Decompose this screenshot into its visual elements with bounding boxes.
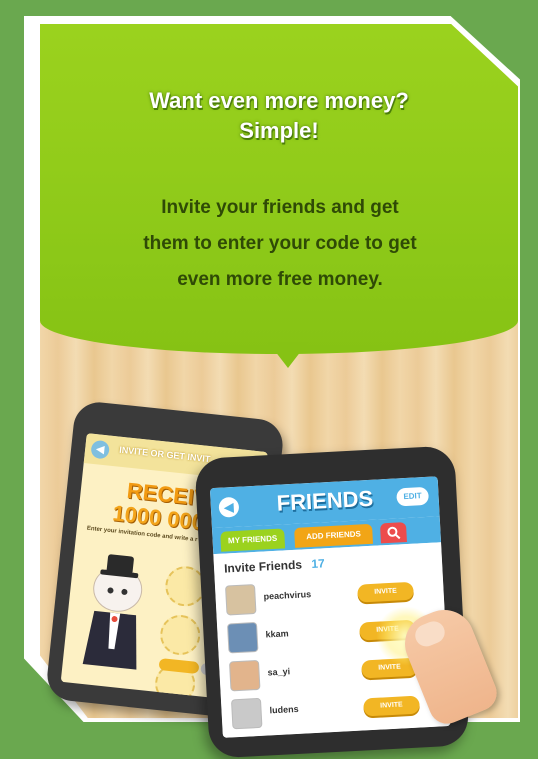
avatar [224, 584, 257, 616]
list-title-text: Invite Friends [223, 557, 303, 576]
friend-count: 17 [310, 556, 326, 572]
avatar [230, 697, 263, 730]
search-icon[interactable] [379, 522, 407, 544]
friend-name: sa_yi [267, 666, 291, 678]
body-line-3: even more free money. [177, 269, 383, 290]
tab-add-friends[interactable]: ADD FRIENDS [294, 523, 374, 548]
friends-title: FRIENDS [276, 485, 374, 516]
invite-button[interactable]: INVITE [357, 581, 414, 603]
headline-line-2: Simple! [239, 118, 319, 143]
body-line-1: Invite your friends and get [161, 197, 399, 218]
invite-button[interactable]: INVITE [363, 695, 420, 717]
left-phone-title: INVITE OR GET INVIT [118, 444, 211, 465]
back-arrow-icon[interactable]: ◀ [90, 439, 111, 460]
tab-my-friends[interactable]: MY FRIENDS [220, 528, 286, 552]
code-slot[interactable] [158, 613, 203, 657]
list-item: ludens INVITE [227, 686, 444, 731]
list-title: Invite Friends 17 [224, 556, 325, 575]
avatar [228, 659, 261, 692]
page: Want even more money? Simple! Invite you… [0, 0, 538, 759]
right-phone: ◀ FRIENDS EDIT MY FRIENDS ADD FRIENDS In… [194, 445, 470, 759]
speech-notch [268, 342, 308, 368]
friend-name: kkam [265, 628, 289, 640]
headline-line-1: Want even more money? [149, 88, 409, 113]
green-banner: Want even more money? Simple! Invite you… [40, 24, 518, 354]
fingernail [411, 618, 448, 650]
avatar [226, 621, 259, 654]
character-illustration [82, 554, 143, 670]
body-text: Invite your friends and get them to ente… [80, 190, 480, 298]
edit-button[interactable]: EDIT [396, 486, 430, 507]
friend-name: peachvirus [263, 589, 312, 602]
body-line-2: them to enter your code to get [143, 233, 417, 254]
back-arrow-icon[interactable]: ◀ [218, 496, 240, 518]
headline: Want even more money? Simple! [40, 86, 518, 146]
friend-name: ludens [269, 703, 299, 716]
